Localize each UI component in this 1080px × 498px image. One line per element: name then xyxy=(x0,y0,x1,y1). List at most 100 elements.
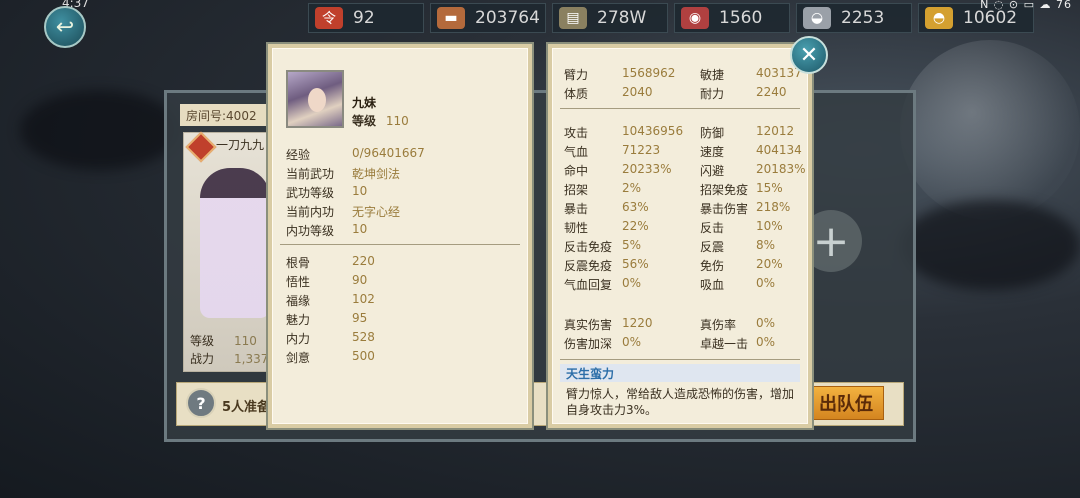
moon-decoration xyxy=(900,40,1080,220)
help-button[interactable]: ? xyxy=(186,388,216,418)
resource-silver[interactable]: ◒ 2253 xyxy=(796,3,912,33)
stat-value: 1220 xyxy=(622,316,653,330)
info-row-value: 10 xyxy=(352,184,368,198)
system-status-icons: N ◌ ⊙ ▭ ☁ 76 xyxy=(980,0,1072,11)
stat-value: 2240 xyxy=(756,85,787,99)
resource-value: 203764 xyxy=(475,8,540,28)
stat-label: 耐力 xyxy=(700,87,725,101)
stat-value: 5% xyxy=(622,238,642,252)
resource-value: 1560 xyxy=(719,8,763,28)
stat-label: 命中 xyxy=(564,164,589,178)
stat-value: 1568962 xyxy=(622,66,676,80)
book-icon: ▤ xyxy=(559,7,587,29)
stat-label: 伤害加深 xyxy=(564,337,613,351)
wood-icon: ▬ xyxy=(437,7,465,29)
stat-value: 10% xyxy=(756,219,783,233)
stat-value: 0% xyxy=(622,335,642,349)
plus-icon: + xyxy=(812,215,850,267)
resource-value: 92 xyxy=(353,8,375,28)
stat-label: 卓越一击 xyxy=(700,337,749,351)
stat-value: 20183% xyxy=(756,162,806,176)
info-row-label: 当前内功 xyxy=(286,205,335,219)
stat-label: 臂力 xyxy=(564,68,589,82)
resource-book[interactable]: ▤ 278W xyxy=(552,3,668,33)
level-value: 110 xyxy=(385,114,409,128)
attribute-row-label: 悟性 xyxy=(286,275,311,289)
stat-label: 反击 xyxy=(700,221,725,235)
stat-value: 71223 xyxy=(622,143,661,157)
character-name: 九妹 xyxy=(352,96,377,110)
cloud-decoration xyxy=(20,90,180,170)
member-power-label: 战力 xyxy=(190,352,215,366)
info-row-label: 武功等级 xyxy=(286,186,335,200)
attribute-row-label: 内力 xyxy=(286,332,311,346)
character-info-panel: 九妹 等级 110 经验 0/96401667 当前武功 乾坤剑法 武功等级 10 当前内功… xyxy=(268,44,532,428)
close-icon: ✕ xyxy=(799,42,819,68)
divider xyxy=(560,108,800,109)
stat-value: 0% xyxy=(756,316,776,330)
member-level-label: 等级 xyxy=(190,334,215,348)
member-portrait xyxy=(200,168,270,318)
resource-token[interactable]: 令 92 xyxy=(308,3,424,33)
stat-label: 攻击 xyxy=(564,126,589,140)
stat-label: 真伤率 xyxy=(700,318,737,332)
leave-team-button[interactable]: 出队伍 xyxy=(808,386,884,420)
stat-label: 敏捷 xyxy=(700,68,725,82)
attribute-row-label: 剑意 xyxy=(286,351,311,365)
attribute-row-value: 95 xyxy=(352,311,368,325)
stat-label: 招架 xyxy=(564,183,589,197)
talent-title: 天生蛮力 xyxy=(560,364,800,382)
stat-value: 56% xyxy=(622,257,649,271)
info-row-label: 当前武功 xyxy=(286,167,335,181)
stat-value: 22% xyxy=(622,219,649,233)
member-power-value: 1,337 xyxy=(234,352,269,366)
stat-label: 暴击伤害 xyxy=(700,202,749,216)
meat-icon: ◉ xyxy=(681,7,709,29)
attribute-row-value: 528 xyxy=(352,330,375,344)
stat-label: 气血 xyxy=(564,145,589,159)
cloud-decoration xyxy=(900,200,1080,290)
member-level-value: 110 xyxy=(234,334,257,348)
character-level: 等级 110 xyxy=(352,112,409,129)
stat-label: 真实伤害 xyxy=(564,318,613,332)
stat-label: 韧性 xyxy=(564,221,589,235)
back-button[interactable]: ↩ xyxy=(44,6,86,48)
character-avatar xyxy=(286,70,344,128)
stat-label: 反击免疫 xyxy=(564,240,613,254)
member-title: 一刀九九 xyxy=(216,138,265,152)
level-label: 等级 xyxy=(352,114,377,128)
close-button[interactable]: ✕ xyxy=(790,36,828,74)
ready-status: 5人准备 xyxy=(222,400,271,415)
stat-value: 15% xyxy=(756,181,783,195)
stat-label: 速度 xyxy=(700,145,725,159)
attribute-row-value: 102 xyxy=(352,292,375,306)
attribute-row-value: 90 xyxy=(352,273,368,287)
divider xyxy=(280,244,520,245)
stat-label: 闪避 xyxy=(700,164,725,178)
stat-value: 404134 xyxy=(756,143,802,157)
stat-value: 8% xyxy=(756,238,776,252)
question-icon: ? xyxy=(196,393,206,413)
attribute-row-label: 福缘 xyxy=(286,294,311,308)
stat-value: 63% xyxy=(622,200,649,214)
stat-label: 免伤 xyxy=(700,259,725,273)
combat-stats-panel: 臂力 1568962 敏捷 403137 体质 2040 耐力 2240 攻击 10436956… xyxy=(548,44,812,428)
resource-wood[interactable]: ▬ 203764 xyxy=(430,3,546,33)
stat-value: 0% xyxy=(756,335,776,349)
stat-label: 反震 xyxy=(700,240,725,254)
attribute-row-label: 根骨 xyxy=(286,256,311,270)
stat-value: 20% xyxy=(756,257,783,271)
resource-value: 2253 xyxy=(841,8,885,28)
stat-value: 12012 xyxy=(756,124,795,138)
stat-label: 防御 xyxy=(700,126,725,140)
info-row-value: 10 xyxy=(352,222,368,236)
info-row-value: 0/96401667 xyxy=(352,146,425,160)
attribute-row-value: 500 xyxy=(352,349,375,363)
divider xyxy=(560,359,800,360)
stat-label: 体质 xyxy=(564,87,589,101)
token-icon: 令 xyxy=(315,7,343,29)
talent-description: 臂力惊人，常给敌人造成恐怖的伤害，增加自身攻击力3%。 xyxy=(566,387,795,417)
resource-meat[interactable]: ◉ 1560 xyxy=(674,3,790,33)
stat-label: 吸血 xyxy=(700,278,725,292)
stat-label: 招架免疫 xyxy=(700,183,749,197)
